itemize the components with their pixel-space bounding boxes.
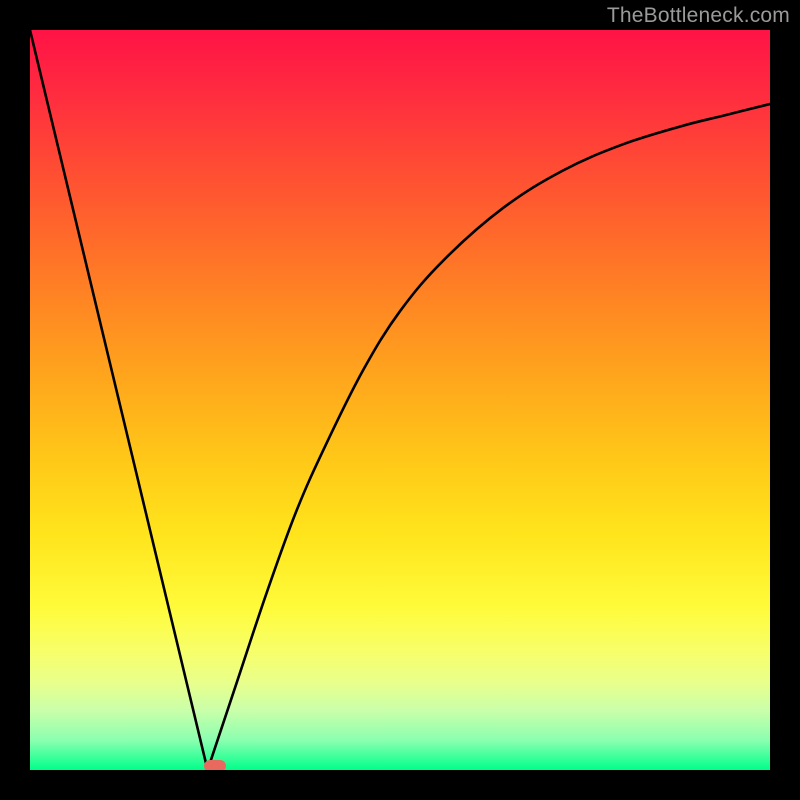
- curve-svg: [30, 30, 770, 770]
- plot-area: [30, 30, 770, 770]
- chart-container: TheBottleneck.com: [0, 0, 800, 800]
- left-line-path: [30, 30, 208, 770]
- attribution-text: TheBottleneck.com: [607, 4, 790, 28]
- right-curve-path: [208, 104, 770, 770]
- min-marker: [204, 760, 226, 770]
